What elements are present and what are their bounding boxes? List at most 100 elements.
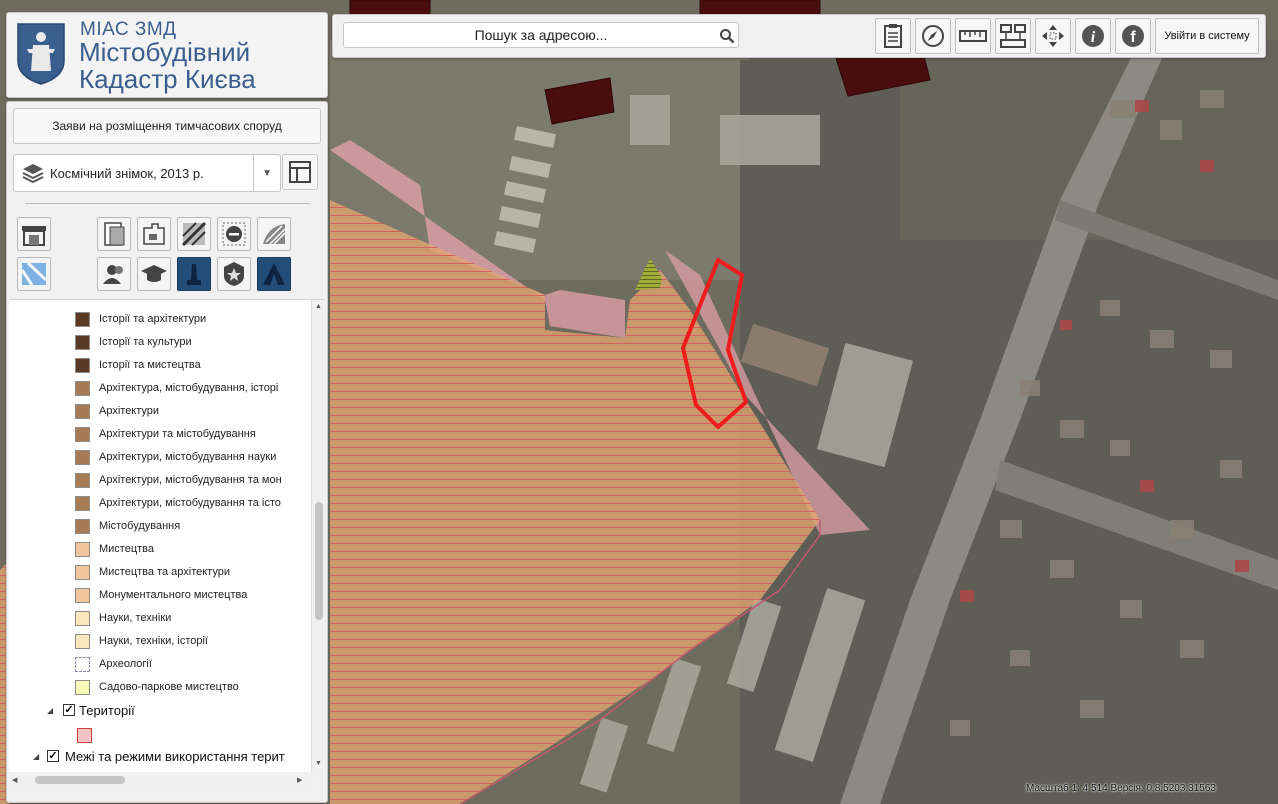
facebook-icon: f (1122, 25, 1144, 47)
legend-item: Мистецтва та архітектури (9, 562, 309, 585)
boundaries-group-label: Межі та режими використання терит (65, 749, 285, 764)
legend-label: Мистецтва (99, 543, 155, 555)
legend-swatch (75, 657, 90, 672)
legend-label: Містобудування (99, 520, 181, 532)
measure-button[interactable] (955, 18, 991, 54)
grid-overlay-icon (181, 221, 207, 247)
map-layer-button[interactable] (17, 257, 51, 291)
collapse-arrow-icon[interactable]: ◢ (33, 752, 39, 761)
legend-swatch (75, 634, 90, 649)
search-icon[interactable] (719, 28, 735, 44)
logo-panel[interactable]: МІАС ЗМД Містобудівний Кадастр Києва (6, 12, 328, 98)
social-layer-button[interactable] (97, 257, 131, 291)
login-button[interactable]: Увійти в систему (1155, 18, 1259, 54)
documents-layer-button[interactable] (97, 217, 131, 251)
restrictions-button[interactable] (217, 217, 251, 251)
legend-label: Садово-паркове мистецтво (99, 681, 239, 693)
territories-checkbox[interactable]: ✓ (63, 704, 75, 716)
scroll-right-icon[interactable]: ▶ (297, 776, 302, 784)
structure-button[interactable] (995, 18, 1031, 54)
legend-item: Історії та мистецтва (9, 355, 309, 378)
scroll-down-icon[interactable]: ▼ (315, 760, 322, 767)
document-layers-icon (104, 222, 125, 246)
monument-icon (187, 264, 201, 285)
collapse-arrow-icon[interactable]: ◢ (47, 706, 53, 715)
legend-swatch (75, 427, 90, 442)
legend-label: Архітектури (99, 405, 160, 417)
legend-label: Історії та мистецтва (99, 359, 201, 371)
legend-label: Архітектури та містобудування (99, 428, 256, 440)
legend-item: Мистецтва (9, 539, 309, 562)
ruler-icon (959, 30, 987, 42)
diagram-icon (1000, 24, 1026, 48)
legend-label: Архітектури, містобудування та істо (99, 497, 281, 509)
grid-layer-button[interactable] (177, 217, 211, 251)
legend-item: Науки, техніки, історії (9, 631, 309, 654)
scale-version-text: Масштаб 1: 4 514 Версія: 0.8.5203.31563 (1026, 783, 1216, 794)
legend-label: Науки, техніки (99, 612, 172, 624)
temporary-structures-button[interactable]: Заяви на розміщення тимчасових споруд (13, 108, 321, 144)
legend-item: Історії та архітектури (9, 309, 309, 332)
legend-swatch (75, 335, 90, 350)
layers-icon (22, 164, 44, 184)
legend-swatch (75, 450, 90, 465)
legend-item: Науки, техніки (9, 608, 309, 631)
clipboard-icon (884, 24, 902, 48)
legend-swatch (75, 404, 90, 419)
address-search-input[interactable] (343, 22, 739, 48)
legend-swatch (75, 473, 90, 488)
puzzle-icon (143, 223, 165, 245)
info-button[interactable]: i (1075, 18, 1111, 54)
legend-vertical-scrollbar[interactable]: ▲ ▼ (311, 300, 325, 772)
legend-label: Археології (99, 658, 152, 670)
legend-label: Історії та архітектури (99, 313, 207, 325)
kiosk-button[interactable] (17, 217, 51, 251)
legend-label: Історії та культури (99, 336, 192, 348)
svg-text:f: f (1130, 29, 1136, 46)
legend-swatch (75, 496, 90, 511)
legend-item: Архітектури та містобудування (9, 424, 309, 447)
hatched-area-icon (263, 224, 286, 245)
monuments-layer-button[interactable] (177, 257, 211, 291)
education-layer-button[interactable] (137, 257, 171, 291)
basemap-select[interactable]: Космічний знімок, 2013 р. ▼ (13, 154, 281, 192)
territories-swatch (77, 728, 92, 743)
scroll-left-icon[interactable]: ◀ (12, 776, 17, 784)
facebook-button[interactable]: f (1115, 18, 1151, 54)
legend-swatch (75, 611, 90, 626)
graduation-cap-icon (141, 265, 167, 282)
legend-label: Архітектура, містобудування, історі (99, 382, 279, 394)
legend-item: Історії та культури (9, 332, 309, 355)
legend-tree: Історії та архітектури Історії та культур… (9, 299, 325, 772)
select-divider (253, 155, 254, 191)
legend-label: Архітектури, містобудування та мон (99, 474, 282, 486)
scroll-up-icon[interactable]: ▲ (315, 303, 322, 310)
legend-swatch (75, 542, 90, 557)
legend-swatch (75, 381, 90, 396)
legend-item: Архітектура, містобудування, історі (9, 378, 309, 401)
hatched-zones-button[interactable] (257, 217, 291, 251)
legend-swatch (75, 680, 90, 695)
legend-item: Архітектури (9, 401, 309, 424)
legend-horizontal-scrollbar[interactable]: ◀ ▶ (9, 772, 309, 788)
navigation-button[interactable] (915, 18, 951, 54)
layout-toggle-button[interactable] (282, 154, 318, 190)
parcels-button[interactable] (137, 217, 171, 251)
territories-group-label: Території (79, 703, 135, 718)
clipboard-button[interactable] (875, 18, 911, 54)
tent-layer-button[interactable] (257, 257, 291, 291)
scroll-thumb[interactable] (35, 776, 125, 784)
police-layer-button[interactable] (217, 257, 251, 291)
legend-item: Містобудування (9, 516, 309, 539)
app-title-line2: Кадастр Києва (79, 64, 256, 94)
layout-icon (289, 161, 311, 183)
legend-swatch (75, 588, 90, 603)
basemap-label: Космічний знімок, 2013 р. (50, 166, 204, 181)
police-badge-icon (224, 262, 244, 286)
boundaries-checkbox[interactable]: ✓ (47, 750, 59, 762)
pan-button[interactable] (1035, 18, 1071, 54)
compass-icon (922, 25, 944, 47)
legend-label: Архітектури, містобудування науки (99, 451, 277, 463)
scroll-thumb[interactable] (315, 502, 323, 620)
legend-item: Архітектури, містобудування та мон (9, 470, 309, 493)
